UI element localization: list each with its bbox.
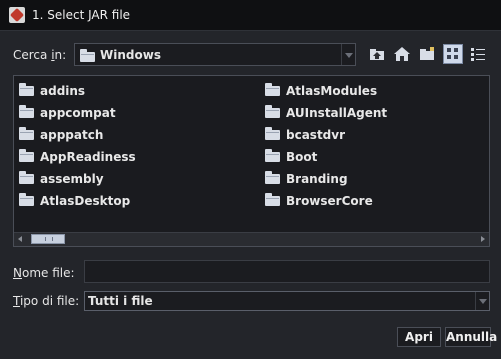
list-item[interactable]: AtlasDesktop bbox=[19, 192, 130, 210]
scrollbar-thumb[interactable] bbox=[31, 234, 65, 244]
folder-icon bbox=[19, 170, 34, 184]
folder-icon bbox=[265, 148, 280, 162]
folder-icon bbox=[80, 49, 95, 62]
folder-icon bbox=[19, 82, 34, 96]
list-item[interactable]: assembly bbox=[19, 170, 104, 188]
chevron-down-icon[interactable] bbox=[341, 44, 355, 65]
list-item[interactable]: BrowserCore bbox=[265, 192, 373, 210]
file-name-field[interactable] bbox=[84, 260, 490, 283]
new-folder-icon bbox=[420, 47, 434, 60]
new-folder-button[interactable] bbox=[417, 44, 437, 64]
list-item[interactable]: apppatch bbox=[19, 126, 103, 144]
file-name-label: Nome file: bbox=[13, 266, 75, 280]
details-view-icon bbox=[471, 48, 485, 61]
file-type-label: Tipo di file: bbox=[13, 294, 80, 308]
up-one-level-icon bbox=[370, 49, 384, 60]
horizontal-scrollbar[interactable] bbox=[14, 232, 489, 246]
file-type-combobox[interactable]: Tutti i file bbox=[84, 291, 490, 311]
list-view-button[interactable] bbox=[443, 44, 463, 64]
list-item[interactable]: Branding bbox=[265, 170, 348, 188]
list-view-icon bbox=[447, 48, 458, 59]
cancel-button[interactable]: Annulla bbox=[445, 327, 497, 347]
list-item[interactable]: AUInstallAgent bbox=[265, 104, 387, 122]
home-button[interactable] bbox=[392, 44, 412, 64]
list-item[interactable]: bcastdvr bbox=[265, 126, 345, 144]
folder-icon bbox=[19, 104, 34, 118]
look-in-combobox[interactable]: Windows bbox=[74, 43, 356, 66]
folder-icon bbox=[265, 82, 280, 96]
up-one-level-button[interactable] bbox=[367, 44, 387, 64]
folder-icon bbox=[19, 126, 34, 140]
details-view-button[interactable] bbox=[468, 44, 488, 64]
list-item[interactable]: addins bbox=[19, 82, 85, 100]
list-item[interactable]: appcompat bbox=[19, 104, 116, 122]
home-icon bbox=[394, 47, 410, 61]
file-list[interactable]: addins appcompat apppatch AppReadiness a… bbox=[13, 75, 490, 247]
title-bar[interactable]: 1. Select JAR file bbox=[0, 0, 501, 31]
window-title: 1. Select JAR file bbox=[32, 8, 131, 22]
list-item[interactable]: AppReadiness bbox=[19, 148, 136, 166]
java-app-icon bbox=[9, 7, 25, 23]
folder-icon bbox=[265, 126, 280, 140]
file-type-value: Tutti i file bbox=[88, 294, 153, 308]
look-in-label: Cerca in: bbox=[13, 48, 67, 62]
chevron-down-icon[interactable] bbox=[475, 292, 489, 310]
folder-icon bbox=[265, 104, 280, 118]
list-item[interactable]: AtlasModules bbox=[265, 82, 377, 100]
folder-icon bbox=[265, 192, 280, 206]
scroll-left-icon[interactable] bbox=[14, 233, 27, 245]
folder-icon bbox=[265, 170, 280, 184]
open-button[interactable]: Apri bbox=[397, 327, 441, 347]
list-item[interactable]: Boot bbox=[265, 148, 317, 166]
scroll-right-icon[interactable] bbox=[476, 233, 489, 245]
folder-icon bbox=[19, 148, 34, 162]
look-in-value: Windows bbox=[100, 48, 161, 62]
folder-icon bbox=[19, 192, 34, 206]
